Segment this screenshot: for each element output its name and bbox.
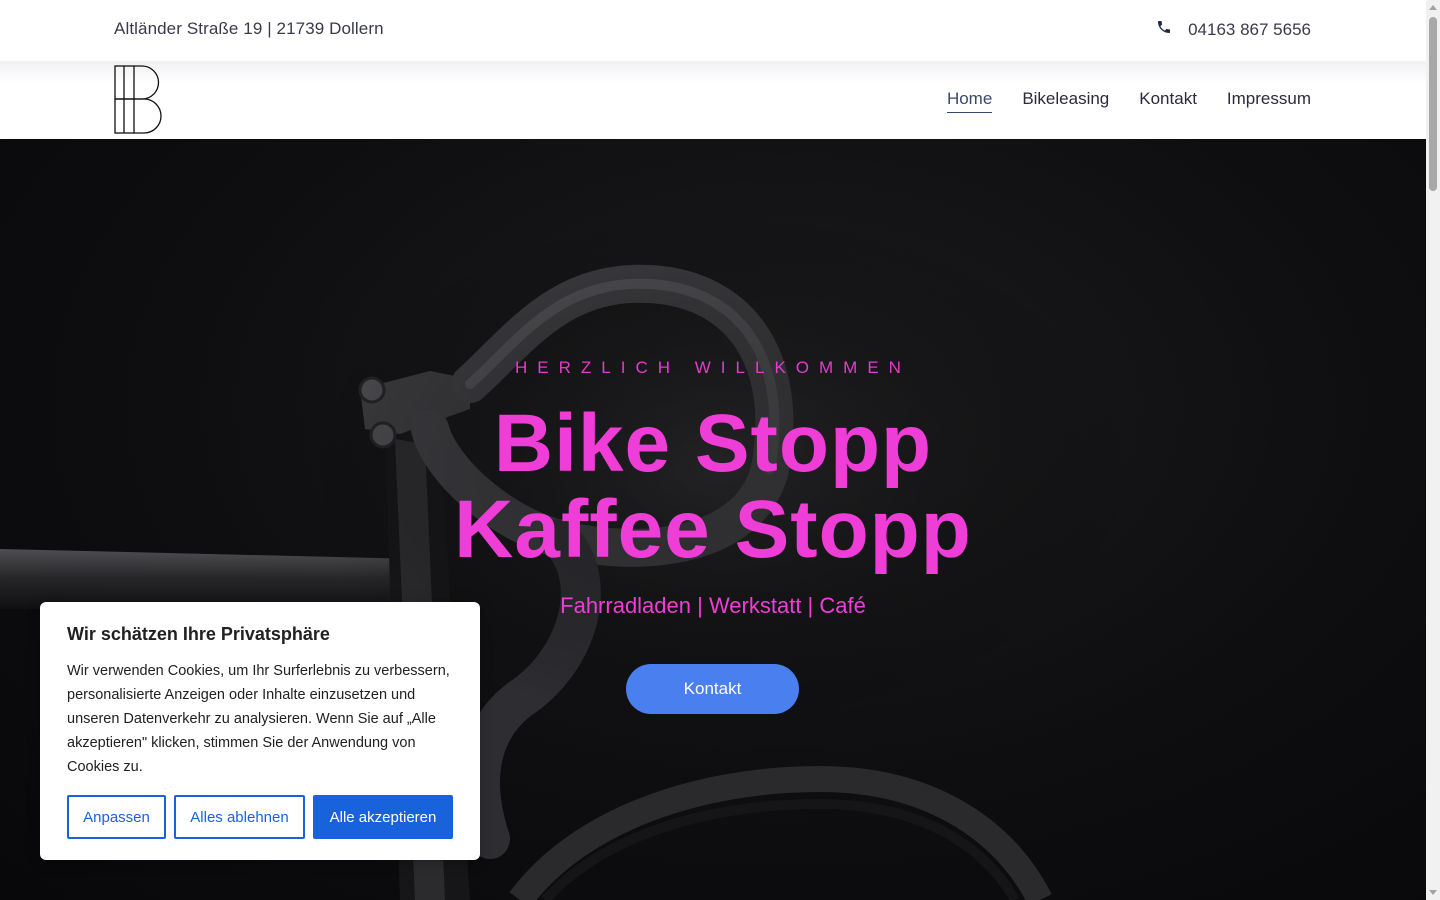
cookie-text: Wir verwenden Cookies, um Ihr Surferlebn…	[67, 663, 450, 775]
cookie-banner: Wir schätzen Ihre Privatsphäre Wir verwe…	[40, 602, 480, 860]
site-header: Home Bikeleasing Kontakt Impressum	[0, 61, 1426, 139]
cookie-title: Wir schätzen Ihre Privatsphäre	[67, 624, 330, 644]
phone-number: 04163 867 5656	[1188, 19, 1311, 39]
nav-item-home[interactable]: Home	[946, 89, 993, 113]
scrollbar-thumb[interactable]	[1429, 17, 1437, 191]
phone-link[interactable]: 04163 867 5656	[1156, 19, 1311, 40]
nav-item-kontakt[interactable]: Kontakt	[1139, 89, 1197, 113]
hero-title-line-1: Bike Stopp	[493, 398, 933, 489]
phone-icon	[1156, 19, 1172, 40]
nav-item-impressum[interactable]: Impressum	[1227, 89, 1311, 113]
page: Altländer Straße 19 | 21739 Dollern 0416…	[0, 0, 1440, 900]
hero-title-line-2: Kaffee Stopp	[454, 484, 972, 575]
hero-eyebrow: HERZLICH WILLKOMMEN	[515, 358, 911, 377]
kontakt-button[interactable]: Kontakt	[626, 664, 799, 714]
top-bar: Altländer Straße 19 | 21739 Dollern 0416…	[0, 0, 1426, 61]
scroll-down-icon[interactable]	[1429, 890, 1437, 895]
accept-all-button[interactable]: Alle akzeptieren	[313, 795, 453, 839]
main-nav: Home Bikeleasing Kontakt Impressum	[946, 89, 1311, 113]
nav-item-bikeleasing[interactable]: Bikeleasing	[1022, 89, 1109, 113]
page-scrollbar[interactable]	[1426, 0, 1440, 900]
customize-button[interactable]: Anpassen	[67, 795, 166, 839]
hero-title: Bike Stopp Kaffee Stopp	[0, 401, 1426, 573]
reject-all-button[interactable]: Alles ablehnen	[174, 795, 305, 839]
cookie-actions: Anpassen Alles ablehnen Alle akzeptieren	[67, 795, 453, 839]
bike-stopp-logo[interactable]	[114, 65, 174, 135]
address-text: Altländer Straße 19 | 21739 Dollern	[114, 19, 384, 38]
scroll-up-icon[interactable]	[1429, 5, 1437, 10]
